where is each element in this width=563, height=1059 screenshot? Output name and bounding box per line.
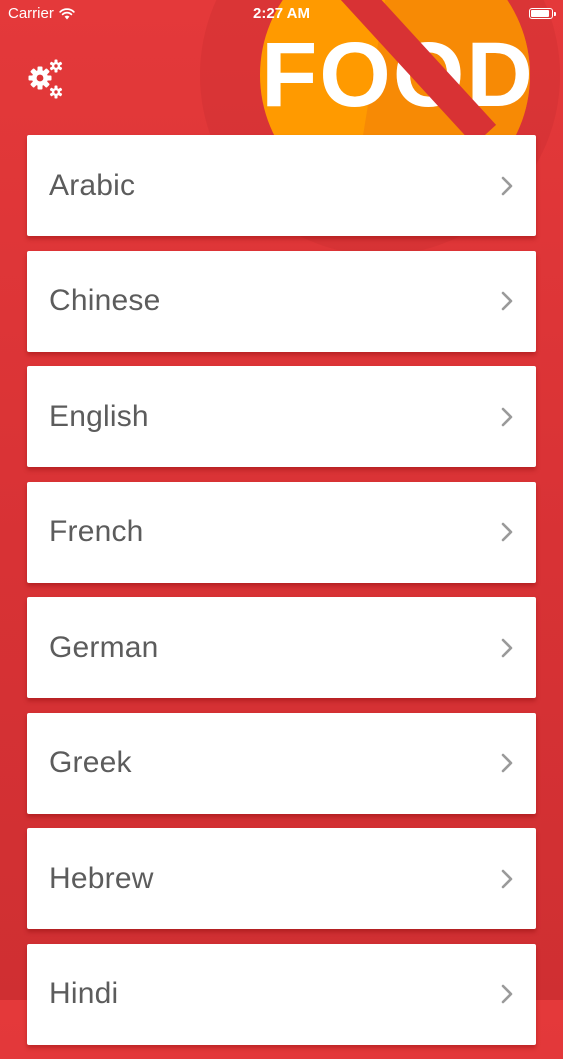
language-label: English <box>49 399 149 433</box>
language-label: German <box>49 630 159 664</box>
gears-icon <box>28 59 63 99</box>
language-item-german[interactable]: German <box>27 597 536 698</box>
chevron-right-icon <box>501 753 513 773</box>
chevron-right-icon <box>501 984 513 1004</box>
language-label: Hindi <box>49 977 119 1010</box>
chevron-right-icon <box>501 522 513 542</box>
language-label: Arabic <box>49 168 136 202</box>
language-label: Chinese <box>49 284 161 317</box>
chevron-right-icon <box>501 291 513 311</box>
language-item-arabic[interactable]: Arabic <box>27 135 536 236</box>
language-label: Greek <box>49 746 132 779</box>
language-item-french[interactable]: French <box>27 481 536 583</box>
status-time: 2:27 AM <box>253 5 310 22</box>
language-item-hebrew[interactable]: Hebrew <box>27 828 536 929</box>
chevron-right-icon <box>501 869 513 888</box>
language-label: French <box>49 515 144 548</box>
language-label: Hebrew <box>49 861 154 895</box>
chevron-right-icon <box>501 176 513 195</box>
language-list: Arabic Chinese English French German Gre… <box>27 135 536 1059</box>
chevron-right-icon <box>501 407 513 426</box>
battery-icon <box>529 8 556 19</box>
settings-button[interactable] <box>25 57 67 99</box>
status-bar: Carrier 2:27 AM <box>0 0 563 30</box>
language-item-chinese[interactable]: Chinese <box>27 250 536 352</box>
chevron-right-icon <box>501 638 513 657</box>
language-item-hindi[interactable]: Hindi <box>27 943 536 1045</box>
language-item-greek[interactable]: Greek <box>27 712 536 814</box>
language-item-english[interactable]: English <box>27 366 536 467</box>
